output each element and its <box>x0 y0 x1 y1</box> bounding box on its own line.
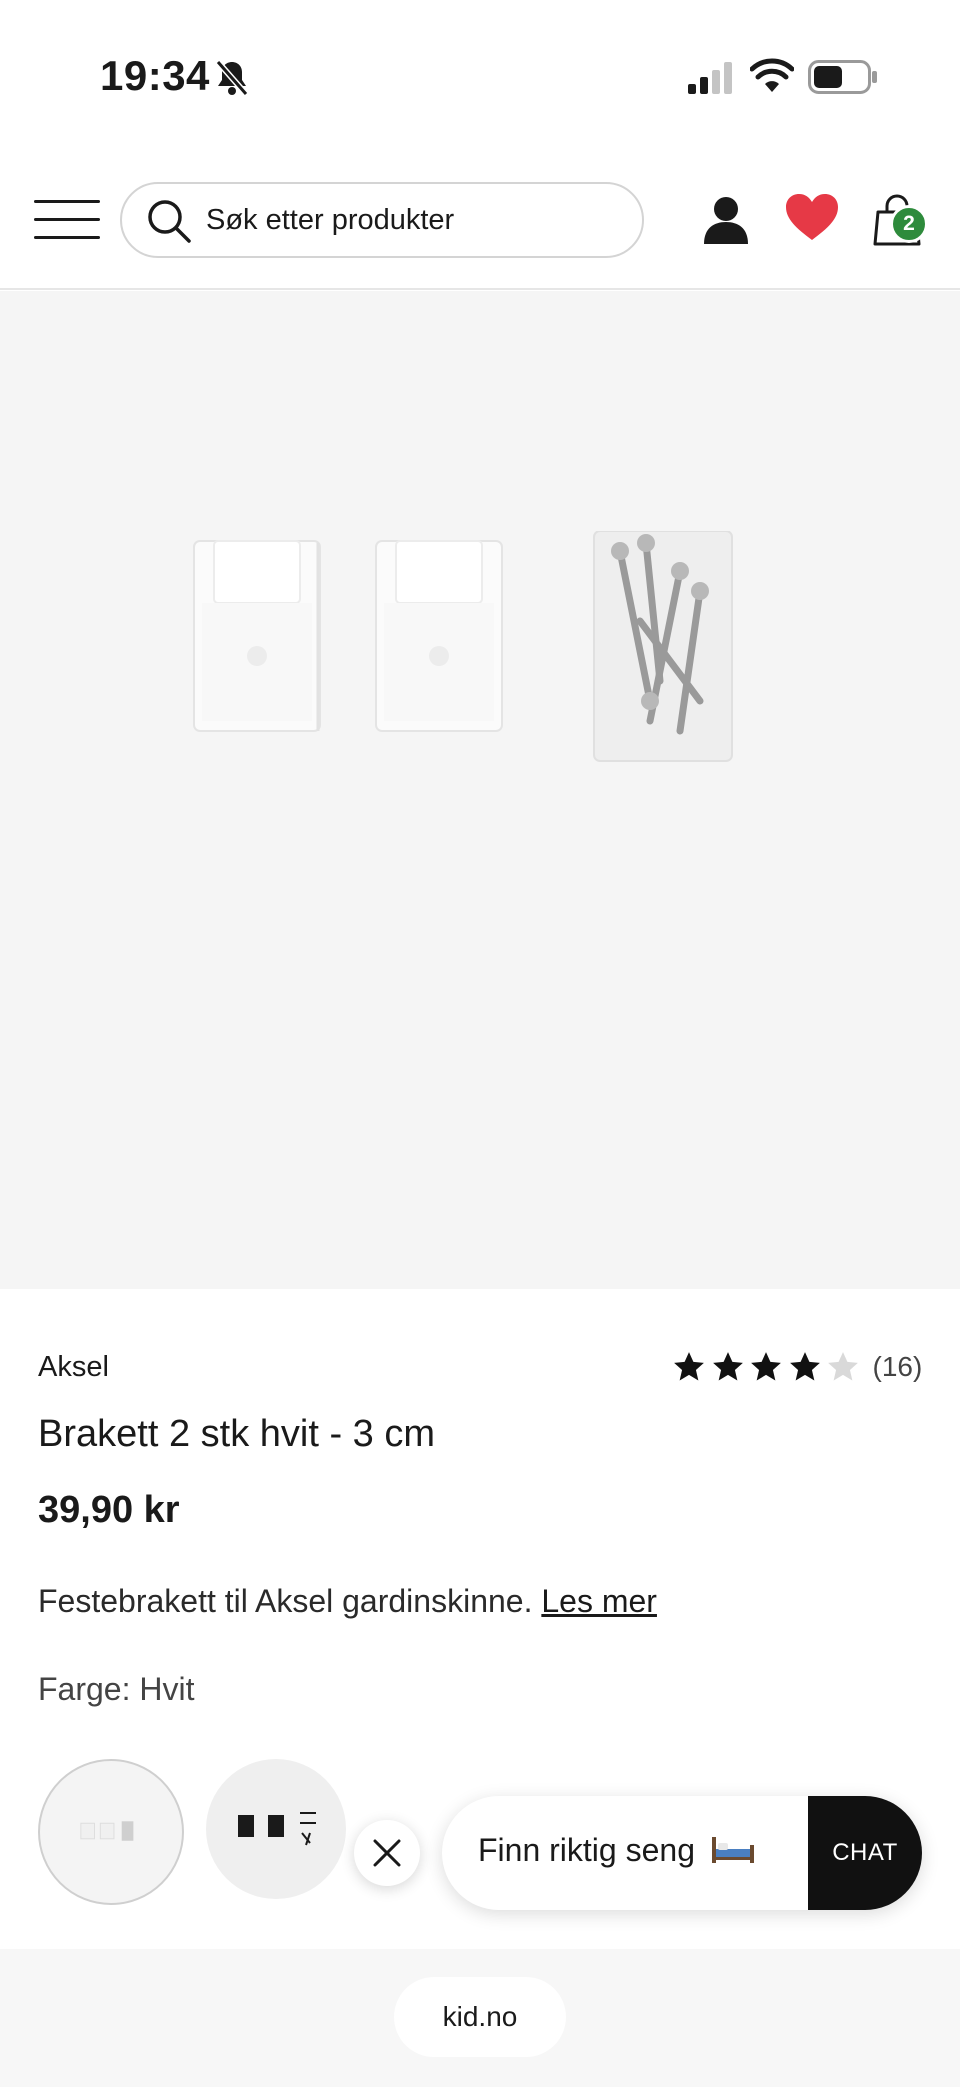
search-box[interactable] <box>120 182 644 258</box>
product-title: Brakett 2 stk hvit - 3 cm <box>38 1413 435 1455</box>
menu-line <box>34 200 100 203</box>
product-price: 39,90 kr <box>38 1489 180 1531</box>
close-icon <box>373 1839 401 1867</box>
chat-close-button[interactable] <box>354 1820 420 1886</box>
variant-thumbnail-black <box>238 1812 316 1846</box>
chat-widget[interactable]: Finn riktig seng CHAT <box>442 1796 922 1910</box>
bell-muted-icon <box>215 60 249 96</box>
cart-count-badge: 2 <box>890 205 928 243</box>
product-description: Festebrakett til Aksel gardinskinne. Les… <box>38 1583 657 1620</box>
chat-button[interactable]: CHAT <box>808 1796 922 1910</box>
star-filled-icon <box>712 1352 743 1381</box>
status-bar: 19:34 <box>0 0 960 150</box>
menu-button[interactable] <box>34 196 102 244</box>
star-filled-icon <box>674 1352 704 1381</box>
variant-swatch-white[interactable] <box>38 1759 184 1905</box>
product-brand-link[interactable]: Aksel <box>38 1351 109 1384</box>
url-domain-pill[interactable]: kid.no <box>394 1977 566 2057</box>
menu-line <box>34 218 100 221</box>
chat-prompt-text: Finn riktig seng <box>478 1832 695 1868</box>
star-empty-icon <box>828 1352 858 1381</box>
chat-prompt: Finn riktig seng <box>478 1832 756 1869</box>
color-label: Farge: <box>38 1671 131 1707</box>
color-selection: Farge: Hvit <box>38 1671 194 1708</box>
bed-icon <box>711 1837 754 1863</box>
star-filled-icon <box>789 1352 820 1381</box>
star-filled-icon <box>751 1352 781 1381</box>
status-time: 19:34 <box>100 52 210 99</box>
wishlist-heart-icon[interactable] <box>784 192 840 242</box>
product-rating[interactable]: (16) <box>672 1347 922 1387</box>
browser-bottom-bar: kid.no <box>0 1949 960 2087</box>
site-header: 2 <box>0 150 960 290</box>
variant-swatch-black[interactable] <box>206 1759 346 1899</box>
color-value: Hvit <box>139 1671 195 1707</box>
bracket-product-photo <box>193 531 733 762</box>
product-image[interactable] <box>0 291 960 1289</box>
variant-thumbnail-white <box>80 1821 134 1841</box>
menu-line <box>34 236 100 239</box>
signal-icon <box>688 62 732 94</box>
account-icon[interactable] <box>700 194 752 246</box>
search-input[interactable] <box>206 192 626 248</box>
wifi-icon <box>750 58 794 92</box>
battery-icon <box>808 60 877 94</box>
description-text: Festebrakett til Aksel gardinskinne. <box>38 1583 533 1619</box>
review-count: (16) <box>872 1351 923 1382</box>
search-icon <box>148 200 191 243</box>
read-more-link[interactable]: Les mer <box>541 1583 657 1619</box>
